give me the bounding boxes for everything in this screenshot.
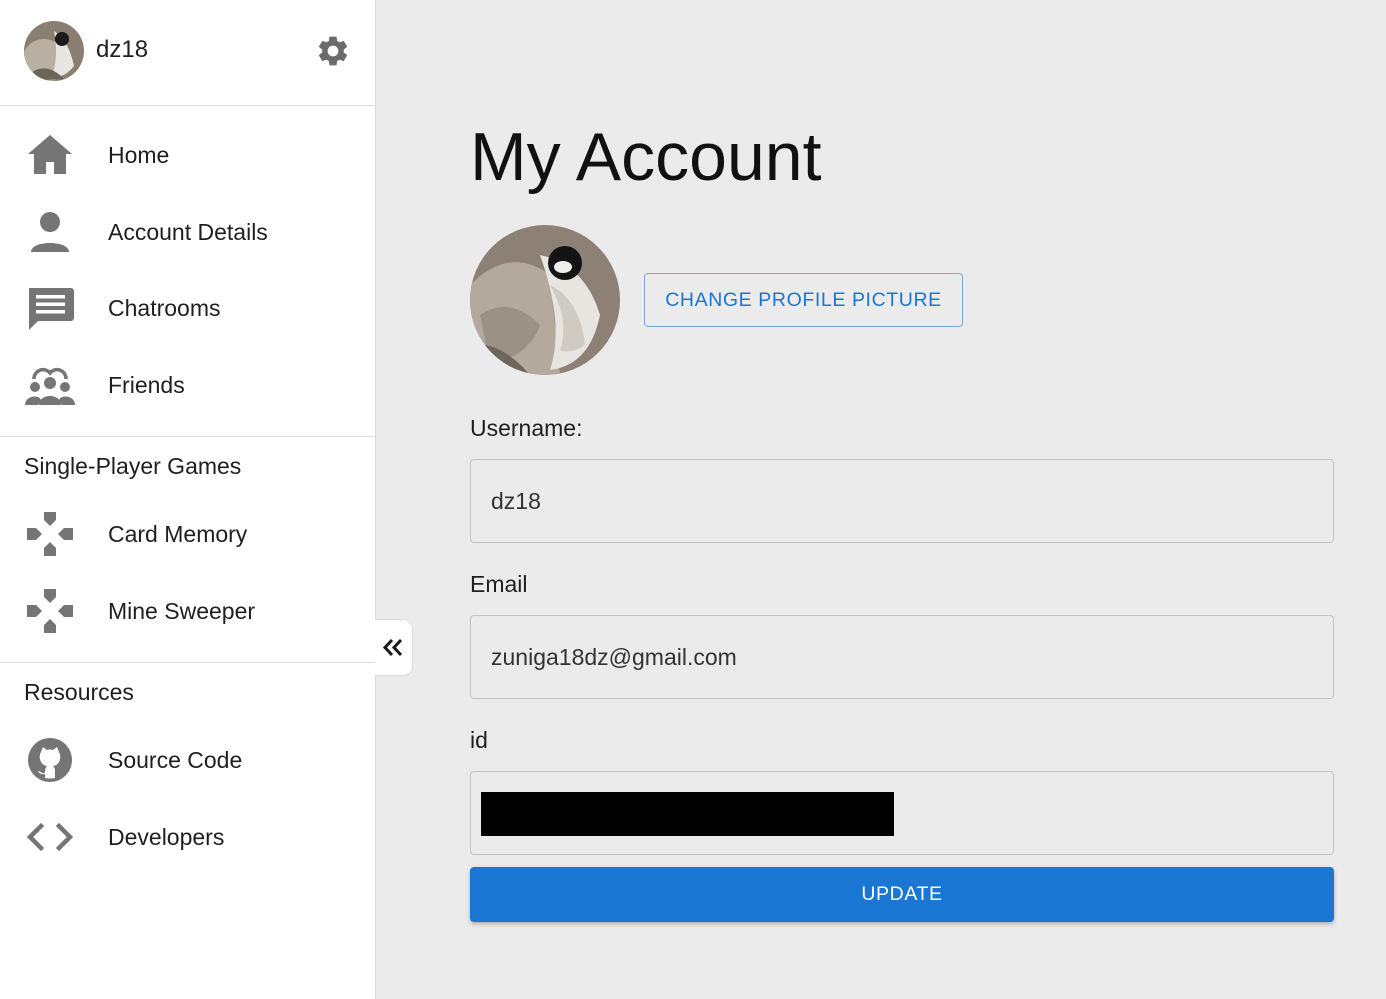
sidebar-item-chatrooms[interactable]: Chatrooms bbox=[0, 273, 375, 343]
email-field[interactable] bbox=[470, 615, 1334, 699]
sidebar: dz18 Home Account Details Chatrooms Frie… bbox=[0, 0, 376, 999]
update-button[interactable]: UPDATE bbox=[470, 867, 1334, 922]
sidebar-item-label: Friends bbox=[108, 372, 185, 398]
profile-picture bbox=[470, 225, 620, 375]
collapse-sidebar-button[interactable] bbox=[375, 619, 413, 676]
email-input[interactable] bbox=[491, 616, 1311, 698]
username-label: Username: bbox=[470, 415, 583, 441]
id-label: id bbox=[470, 727, 488, 753]
sidebar-item-label: Mine Sweeper bbox=[108, 598, 256, 624]
gamepad-icon bbox=[24, 512, 76, 556]
sidebar-item-card-memory[interactable]: Card Memory bbox=[0, 499, 375, 569]
person-icon bbox=[24, 210, 76, 254]
code-icon bbox=[24, 815, 76, 859]
section-title-games: Single-Player Games bbox=[24, 453, 242, 479]
change-profile-picture-button[interactable]: CHANGE PROFILE PICTURE bbox=[644, 273, 963, 327]
gear-icon[interactable] bbox=[315, 33, 351, 69]
username-input[interactable] bbox=[491, 460, 1311, 542]
sidebar-item-friends[interactable]: Friends bbox=[0, 350, 375, 420]
group-icon bbox=[24, 363, 76, 407]
divider bbox=[0, 436, 375, 437]
page-title: My Account bbox=[470, 119, 822, 195]
username-label: dz18 bbox=[96, 36, 149, 63]
sidebar-item-account-details[interactable]: Account Details bbox=[0, 197, 375, 267]
user-header: dz18 bbox=[0, 0, 375, 106]
sidebar-item-home[interactable]: Home bbox=[0, 120, 375, 190]
sidebar-item-label: Home bbox=[108, 142, 170, 168]
sidebar-item-mine-sweeper[interactable]: Mine Sweeper bbox=[0, 576, 375, 646]
id-field[interactable] bbox=[470, 771, 1334, 855]
sidebar-item-source-code[interactable]: Source Code bbox=[0, 725, 375, 795]
chat-icon bbox=[24, 286, 76, 330]
sidebar-item-developers[interactable]: Developers bbox=[0, 802, 375, 872]
sidebar-item-label: Account Details bbox=[108, 219, 268, 245]
sidebar-item-label: Source Code bbox=[108, 747, 243, 773]
sidebar-item-label: Developers bbox=[108, 824, 225, 850]
double-chevron-left-icon bbox=[382, 638, 403, 657]
email-label: Email bbox=[470, 571, 528, 597]
sidebar-item-label: Card Memory bbox=[108, 521, 248, 547]
home-icon bbox=[24, 133, 76, 177]
github-icon bbox=[24, 738, 76, 782]
gamepad-icon bbox=[24, 589, 76, 633]
avatar[interactable] bbox=[24, 21, 84, 81]
username-field[interactable] bbox=[470, 459, 1334, 543]
redaction-bar bbox=[481, 792, 894, 836]
section-title-resources: Resources bbox=[24, 679, 134, 705]
divider bbox=[0, 662, 375, 663]
sidebar-item-label: Chatrooms bbox=[108, 295, 221, 321]
